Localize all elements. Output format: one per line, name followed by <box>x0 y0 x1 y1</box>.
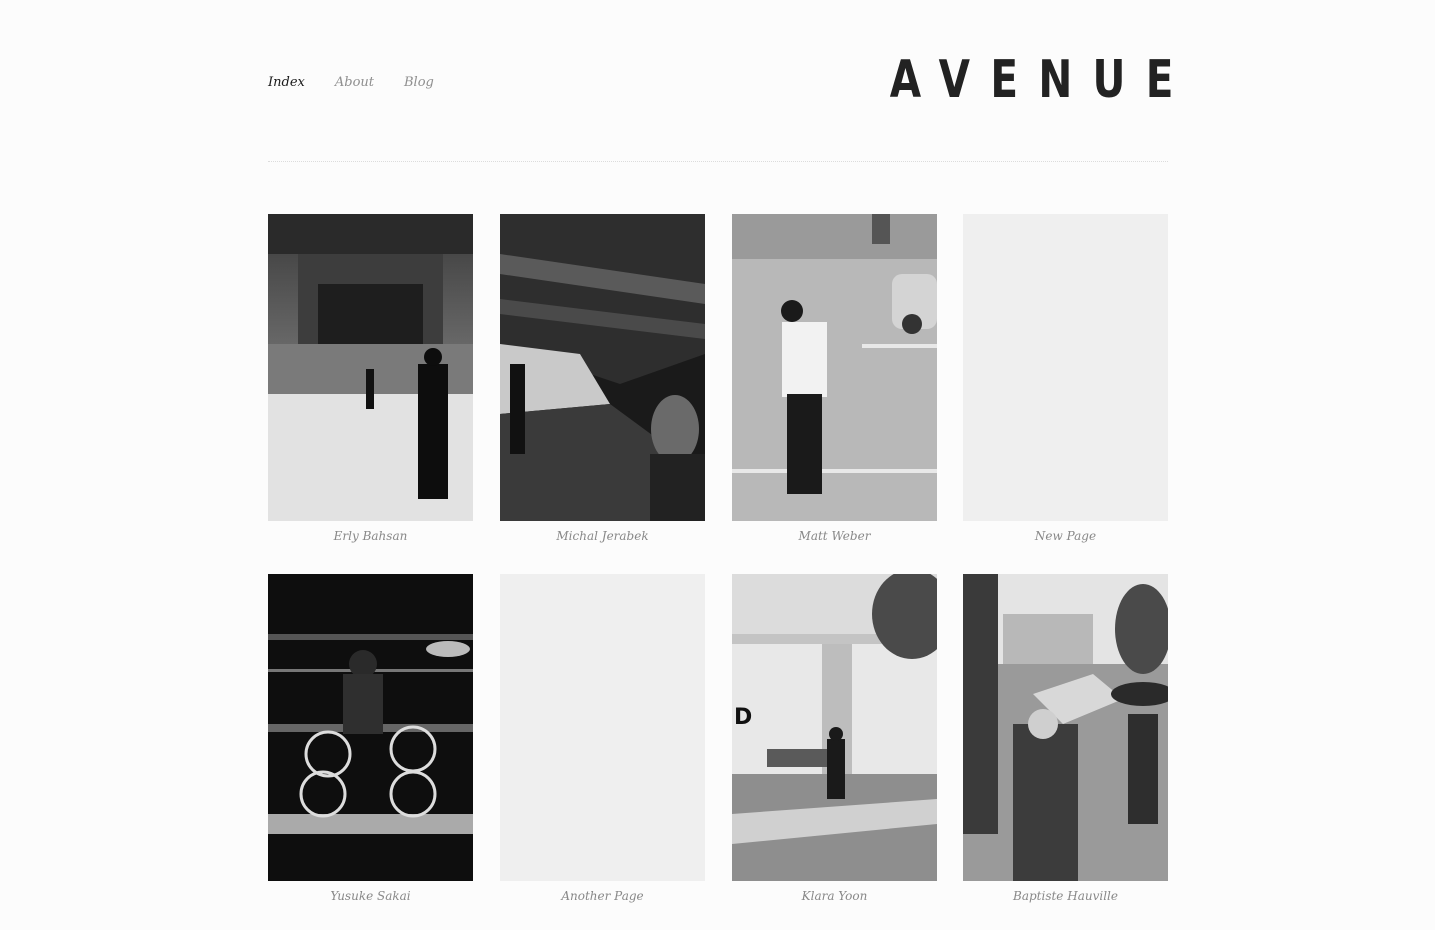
gallery-item: Michal Jerabek <box>500 214 705 543</box>
photo-umbrella-image <box>963 574 1168 881</box>
gallery-placeholder[interactable] <box>500 574 705 881</box>
gallery-caption[interactable]: Erly Bahsan <box>268 529 473 543</box>
gallery-item: Yusuke Sakai <box>268 574 473 903</box>
gallery-caption[interactable]: Yusuke Sakai <box>268 889 473 903</box>
gallery-thumbnail[interactable] <box>732 214 937 521</box>
gallery-thumbnail[interactable] <box>268 214 473 521</box>
gallery-caption[interactable]: New Page <box>963 529 1168 543</box>
graffiti-image-text: D <box>734 705 752 730</box>
gallery-item: Another Page <box>500 574 705 903</box>
gallery-item: Baptiste Hauville <box>963 574 1168 903</box>
site-logo[interactable]: AVENUE <box>890 54 1194 106</box>
gallery-caption[interactable]: Matt Weber <box>732 529 937 543</box>
gallery-item: D Klara Yoon <box>732 574 937 903</box>
page: Index About Blog AVENUE Erly Bahsan Mich… <box>0 0 1435 930</box>
photo-station-image <box>500 214 705 521</box>
photo-street-image <box>732 214 937 521</box>
gallery-caption[interactable]: Klara Yoon <box>732 889 937 903</box>
photo-graffiti-image: D <box>732 574 937 881</box>
nav-index-link[interactable]: Index <box>268 75 305 90</box>
gallery-item: New Page <box>963 214 1168 543</box>
main-nav: Index About Blog <box>268 75 464 90</box>
gallery-caption[interactable]: Another Page <box>500 889 705 903</box>
gallery-thumbnail[interactable]: D <box>732 574 937 881</box>
gallery-caption[interactable]: Michal Jerabek <box>500 529 705 543</box>
photo-cyclist-image <box>268 574 473 881</box>
gallery-thumbnail[interactable] <box>500 214 705 521</box>
nav-about-link[interactable]: About <box>335 75 374 90</box>
gallery-thumbnail[interactable] <box>963 574 1168 881</box>
nav-blog-link[interactable]: Blog <box>404 75 434 90</box>
gallery-thumbnail[interactable] <box>268 574 473 881</box>
photo-plaza-image <box>268 214 473 521</box>
header-divider <box>268 161 1168 162</box>
gallery-placeholder[interactable] <box>963 214 1168 521</box>
gallery-item: Matt Weber <box>732 214 937 543</box>
gallery-item: Erly Bahsan <box>268 214 473 543</box>
gallery-caption[interactable]: Baptiste Hauville <box>963 889 1168 903</box>
